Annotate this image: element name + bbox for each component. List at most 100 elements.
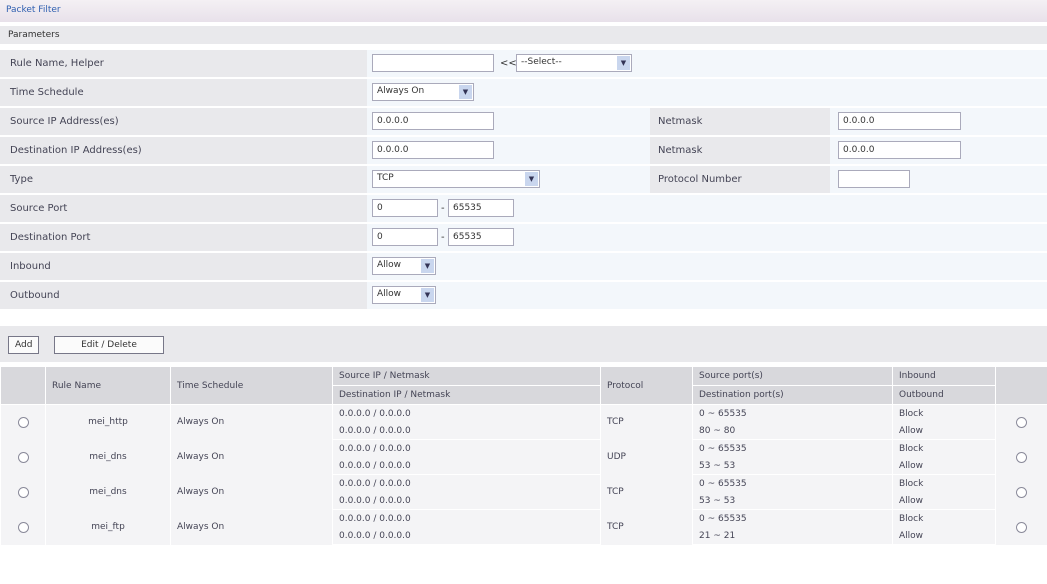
header-rule-name: Rule Name: [45, 366, 171, 405]
row-select-radio-right[interactable]: [995, 474, 1047, 510]
destination-ip-label: Destination IP Address(es): [10, 145, 142, 156]
radio-icon: [1016, 416, 1027, 428]
destination-port-from-input[interactable]: [372, 228, 438, 246]
destination-port-to-input[interactable]: [448, 228, 514, 246]
header-inbound: Inbound: [892, 366, 996, 386]
cell-source-ip: 0.0.0.0 / 0.0.0.0: [332, 439, 601, 457]
inbound-select[interactable]: Allow ▼: [372, 257, 436, 275]
cell-outbound: Allow: [892, 422, 996, 440]
type-row: Type TCP ▼ Protocol Number: [0, 166, 1047, 194]
destination-port-row: Destination Port -: [0, 224, 1047, 252]
cell-outbound: Allow: [892, 457, 996, 475]
type-select[interactable]: TCP ▼: [372, 170, 540, 188]
header-source-port: Source port(s): [692, 366, 893, 386]
rules-table: Rule Name Time Schedule Source IP / Netm…: [0, 366, 1047, 545]
radio-icon: [1016, 521, 1027, 533]
row-select-radio-right[interactable]: [995, 509, 1047, 545]
type-label: Type: [10, 174, 33, 185]
destination-port-label: Destination Port: [10, 232, 91, 243]
source-ip-row: Source IP Address(es) Netmask: [0, 108, 1047, 136]
title-bar: Packet Filter: [0, 0, 1047, 22]
cell-schedule: Always On: [170, 439, 333, 475]
source-port-from-input[interactable]: [372, 199, 438, 217]
source-netmask-input[interactable]: [838, 112, 961, 130]
cell-rule-name: mei_http: [45, 404, 171, 440]
cell-source-ip: 0.0.0.0 / 0.0.0.0: [332, 509, 601, 527]
outbound-row: Outbound Allow ▼: [0, 282, 1047, 310]
cell-source-port: 0 ~ 65535: [692, 439, 893, 457]
cell-destination-port: 53 ~ 53: [692, 457, 893, 475]
row-select-radio-right[interactable]: [995, 439, 1047, 475]
cell-destination-ip: 0.0.0.0 / 0.0.0.0: [332, 527, 601, 545]
radio-icon: [17, 451, 29, 463]
destination-netmask-label: Netmask: [658, 145, 703, 156]
outbound-select[interactable]: Allow ▼: [372, 286, 436, 304]
table-row: mei_ftp Always On 0.0.0.0 / 0.0.0.0 TCP …: [0, 509, 1047, 545]
cell-source-ip: 0.0.0.0 / 0.0.0.0: [332, 404, 601, 422]
cell-source-port: 0 ~ 65535: [692, 509, 893, 527]
cell-destination-ip: 0.0.0.0 / 0.0.0.0: [332, 422, 601, 440]
cell-source-port: 0 ~ 65535: [692, 404, 893, 422]
helper-select[interactable]: --Select-- ▼: [516, 54, 632, 72]
header-time-schedule: Time Schedule: [170, 366, 333, 405]
destination-netmask-input[interactable]: [838, 141, 961, 159]
cell-protocol: TCP: [600, 404, 693, 440]
source-ip-label: Source IP Address(es): [10, 116, 119, 127]
chevron-down-icon: ▼: [525, 172, 538, 186]
radio-icon: [1016, 451, 1027, 463]
source-netmask-label: Netmask: [658, 116, 703, 127]
outbound-label: Outbound: [10, 290, 60, 301]
cell-outbound: Allow: [892, 492, 996, 510]
cell-source-ip: 0.0.0.0 / 0.0.0.0: [332, 474, 601, 492]
parameters-header: Parameters: [0, 26, 1047, 44]
time-schedule-row: Time Schedule Always On ▼: [0, 79, 1047, 107]
cell-schedule: Always On: [170, 404, 333, 440]
radio-icon: [17, 416, 29, 428]
edit-delete-button[interactable]: Edit / Delete: [54, 336, 164, 354]
radio-icon: [17, 486, 29, 498]
cell-protocol: UDP: [600, 439, 693, 475]
rule-name-input[interactable]: [372, 54, 494, 72]
row-select-radio[interactable]: [0, 474, 46, 510]
parameters-label: Parameters: [8, 30, 60, 40]
cell-rule-name: mei_dns: [45, 474, 171, 510]
time-schedule-select[interactable]: Always On ▼: [372, 83, 474, 101]
row-select-radio[interactable]: [0, 439, 46, 475]
cell-schedule: Always On: [170, 474, 333, 510]
chevron-down-icon: ▼: [459, 85, 472, 99]
header-destination-ip: Destination IP / Netmask: [332, 385, 601, 405]
protocol-number-label: Protocol Number: [658, 174, 742, 185]
rule-name-label: Rule Name, Helper: [10, 58, 104, 69]
row-select-radio[interactable]: [0, 509, 46, 545]
source-ip-input[interactable]: [372, 112, 494, 130]
radio-icon: [17, 521, 29, 533]
cell-destination-ip: 0.0.0.0 / 0.0.0.0: [332, 457, 601, 475]
destination-port-separator: -: [441, 232, 445, 243]
protocol-number-input[interactable]: [838, 170, 910, 188]
action-bar: Add Edit / Delete: [0, 326, 1047, 362]
source-port-row: Source Port -: [0, 195, 1047, 223]
row-select-radio-right[interactable]: [995, 404, 1047, 440]
source-port-separator: -: [441, 203, 445, 214]
table-row: mei_dns Always On 0.0.0.0 / 0.0.0.0 UDP …: [0, 439, 1047, 475]
rule-name-row: Rule Name, Helper << --Select-- ▼: [0, 50, 1047, 78]
cell-destination-ip: 0.0.0.0 / 0.0.0.0: [332, 492, 601, 510]
cell-schedule: Always On: [170, 509, 333, 545]
chevron-down-icon: ▼: [421, 288, 434, 302]
header-source-ip: Source IP / Netmask: [332, 366, 601, 386]
inbound-label: Inbound: [10, 261, 51, 272]
cell-rule-name: mei_ftp: [45, 509, 171, 545]
header-destination-port: Destination port(s): [692, 385, 893, 405]
cell-inbound: Block: [892, 404, 996, 422]
radio-icon: [1016, 486, 1027, 498]
cell-outbound: Allow: [892, 527, 996, 545]
header-protocol: Protocol: [600, 366, 693, 405]
source-port-to-input[interactable]: [448, 199, 514, 217]
add-button[interactable]: Add: [8, 336, 40, 354]
destination-ip-input[interactable]: [372, 141, 494, 159]
inbound-row: Inbound Allow ▼: [0, 253, 1047, 281]
cell-inbound: Block: [892, 474, 996, 492]
table-row: mei_http Always On 0.0.0.0 / 0.0.0.0 TCP…: [0, 404, 1047, 440]
cell-destination-port: 21 ~ 21: [692, 527, 893, 545]
row-select-radio[interactable]: [0, 404, 46, 440]
